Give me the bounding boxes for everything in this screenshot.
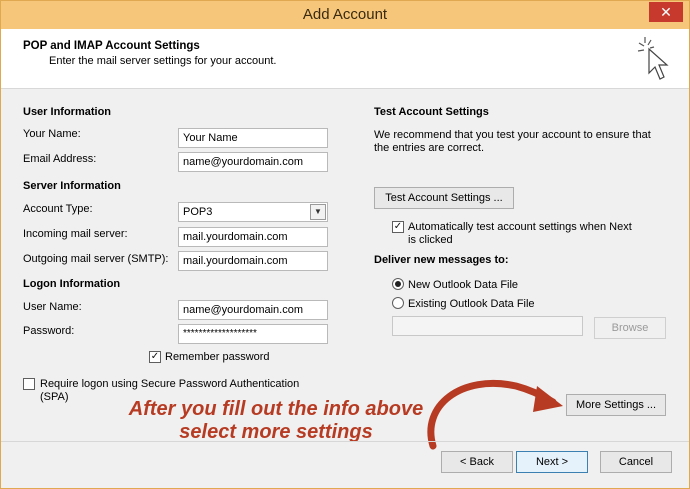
incoming-server-label: Incoming mail server: [23,228,128,240]
user-info-heading: User Information [23,106,112,118]
your-name-label: Your Name: [23,128,81,140]
auto-test-checkbox[interactable]: ✓ [392,221,404,233]
annotation-line1: After you fill out the info above [128,398,424,420]
auto-test-label-line1: Automatically test account settings when… [408,221,632,233]
check-icon: ✓ [150,351,160,362]
email-input[interactable]: name@yourdomain.com [178,152,328,172]
test-settings-heading: Test Account Settings [374,106,489,118]
password-input[interactable]: ******************* [178,324,328,344]
deliver-heading: Deliver new messages to: [374,254,509,266]
incoming-server-input[interactable]: mail.yourdomain.com [178,227,328,247]
more-settings-button[interactable]: More Settings ... [566,394,666,416]
new-data-file-radio[interactable] [392,278,404,290]
auto-test-label-line2: is clicked [408,234,453,246]
window-title: Add Account [302,6,388,23]
browse-button[interactable]: Browse [594,317,666,339]
server-info-heading: Server Information [23,180,121,192]
outgoing-server-input[interactable]: mail.yourdomain.com [178,251,328,271]
remember-password-checkbox[interactable]: ✓ [149,351,161,363]
annotation-line2: select more settings [179,421,373,443]
account-type-label: Account Type: [23,203,93,215]
close-icon: ✕ [660,4,672,20]
test-description-line1: We recommend that you test your account … [374,129,651,141]
your-name-input[interactable]: Your Name [178,128,328,148]
back-button[interactable]: < Back [441,451,513,473]
wand-cursor-icon [637,37,669,80]
account-type-value: POP3 [183,206,213,218]
logon-info-heading: Logon Information [23,278,121,290]
email-label: Email Address: [23,153,97,165]
existing-data-file-path-input[interactable] [392,316,583,336]
chevron-down-icon[interactable]: ▼ [310,204,326,220]
outgoing-server-label: Outgoing mail server (SMTP): [23,253,169,265]
dialog-header: POP and IMAP Account Settings Enter the … [1,29,689,89]
cancel-button[interactable]: Cancel [600,451,672,473]
existing-data-file-label: Existing Outlook Data File [408,298,535,310]
next-button[interactable]: Next > [516,451,588,473]
footer-separator [1,441,689,442]
check-icon: ✓ [393,221,403,232]
existing-data-file-radio[interactable] [392,297,404,309]
account-type-select[interactable]: POP3 ▼ [178,202,328,222]
header-subtitle: Enter the mail server settings for your … [49,55,277,67]
add-account-dialog: Add Account ✕ POP and IMAP Account Setti… [0,0,690,489]
test-account-settings-button[interactable]: Test Account Settings ... [374,187,514,209]
title-bar: Add Account ✕ [1,1,689,29]
spa-label-line1: Require logon using Secure Password Auth… [40,378,300,390]
header-title: POP and IMAP Account Settings [23,40,200,52]
username-label: User Name: [23,301,82,313]
annotation-arrow-icon [427,379,563,450]
spa-label-line2: (SPA) [40,391,69,403]
spa-checkbox[interactable] [23,378,35,390]
new-data-file-label: New Outlook Data File [408,279,519,291]
password-label: Password: [23,325,75,337]
username-input[interactable]: name@yourdomain.com [178,300,328,320]
close-button[interactable]: ✕ [649,2,683,22]
remember-password-label: Remember password [165,351,270,363]
test-description-line2: the entries are correct. [374,142,485,154]
